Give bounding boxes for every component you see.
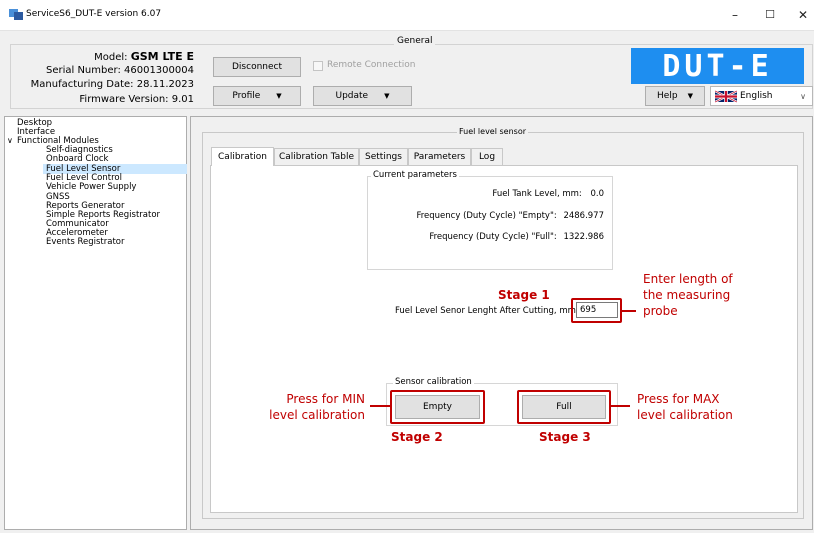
- profile-label: Profile: [232, 91, 261, 101]
- param-row-tank-level: Fuel Tank Level, mm: 0.0: [492, 189, 604, 199]
- fw-label: Firmware Version:: [79, 94, 169, 105]
- model-label: Model:: [94, 52, 128, 63]
- mfg-row: Manufacturing Date: 28.11.2023: [31, 79, 194, 90]
- caret-down-icon: ▼: [384, 92, 390, 100]
- stage1-connector: [622, 310, 636, 312]
- help-button[interactable]: Help ▼: [645, 86, 705, 106]
- profile-button[interactable]: Profile ▼: [213, 86, 301, 106]
- param-label: Fuel Tank Level, mm:: [492, 189, 582, 199]
- maximize-button[interactable]: ☐: [758, 5, 782, 25]
- tree-expander-icon[interactable]: ∨: [7, 136, 13, 146]
- param-label: Frequency (Duty Cycle) "Full":: [429, 232, 557, 242]
- mfg-label: Manufacturing Date:: [30, 79, 134, 90]
- param-row-freq-empty: Frequency (Duty Cycle) "Empty": 2486.977: [416, 211, 604, 221]
- mfg-value: 28.11.2023: [136, 79, 194, 90]
- general-group-title: General: [394, 36, 436, 46]
- stage1-label: Stage 1: [498, 288, 550, 302]
- tab-parameters-label: Parameters: [413, 152, 466, 162]
- disconnect-button[interactable]: Disconnect: [213, 57, 301, 77]
- annotation-line: Enter length of: [643, 272, 733, 286]
- annotation-line: level calibration: [269, 408, 365, 422]
- logo-text: DUT-E: [662, 48, 773, 84]
- sensor-calibration-title: Sensor calibration: [393, 377, 474, 387]
- stage1-highlight: [571, 298, 622, 323]
- param-label: Frequency (Duty Cycle) "Empty":: [416, 211, 557, 221]
- caret-down-icon: ▼: [687, 92, 693, 100]
- param-value: 0.0: [590, 189, 604, 199]
- window-title: ServiceS6_DUT-E version 6.07: [26, 9, 162, 19]
- tab-calibration-label: Calibration: [218, 152, 267, 162]
- tab-calibration-table-label: Calibration Table: [278, 152, 355, 162]
- serial-label: Serial Number:: [45, 65, 121, 76]
- stage3-label: Stage 3: [539, 430, 591, 444]
- annotation-line: Press for MAX: [637, 392, 720, 406]
- tab-log-label: Log: [478, 152, 496, 162]
- model-value: GSM LTE E: [130, 50, 194, 63]
- press-min-annotation: Press for MIN level calibration: [240, 391, 365, 423]
- annotation-line: Press for MIN: [286, 392, 365, 406]
- dut-e-logo: DUT-E: [631, 48, 804, 84]
- update-button[interactable]: Update ▼: [313, 86, 412, 106]
- current-parameters-title: Current parameters: [371, 170, 459, 180]
- probe-length-label: Fuel Level Senor Lenght After Cutting, m…: [395, 306, 579, 316]
- help-label: Help: [657, 91, 678, 101]
- tree-item-onboard-clock[interactable]: Onboard Clock: [46, 154, 108, 164]
- tab-settings-label: Settings: [365, 152, 402, 162]
- enter-length-annotation: Enter length of the measuring probe: [643, 271, 733, 319]
- language-select[interactable]: English ∨: [710, 86, 813, 106]
- module-tree[interactable]: Desktop Interface ∨ Functional Modules S…: [4, 116, 187, 530]
- serial-row: Serial Number: 46001300004: [46, 65, 194, 76]
- title-bar: ServiceS6_DUT-E version 6.07 – ☐ ✕: [0, 0, 814, 30]
- tree-item-vehicle-power-supply[interactable]: Vehicle Power Supply: [46, 182, 136, 192]
- tab-settings[interactable]: Settings: [359, 148, 408, 165]
- annotation-line: the measuring: [643, 288, 731, 302]
- stage2-label: Stage 2: [391, 430, 443, 444]
- fw-value: 9.01: [171, 94, 194, 105]
- fuel-level-sensor-title: Fuel level sensor: [457, 127, 528, 136]
- stage2-highlight: [390, 390, 485, 424]
- app-icon: [9, 9, 23, 20]
- uk-flag-icon: [715, 89, 737, 103]
- close-button[interactable]: ✕: [791, 5, 814, 25]
- tab-parameters[interactable]: Parameters: [408, 148, 471, 165]
- param-value: 1322.986: [563, 232, 604, 242]
- tab-calibration-table[interactable]: Calibration Table: [274, 148, 359, 165]
- serial-value: 46001300004: [124, 65, 194, 76]
- stage3-connector: [611, 405, 630, 407]
- disconnect-label: Disconnect: [232, 62, 282, 72]
- tab-calibration[interactable]: Calibration: [211, 147, 274, 166]
- annotation-line: level calibration: [637, 408, 733, 422]
- fw-row: Firmware Version: 9.01: [79, 94, 194, 105]
- tab-log[interactable]: Log: [471, 148, 503, 165]
- stage3-highlight: [517, 390, 611, 424]
- caret-down-icon: ▼: [276, 92, 282, 100]
- press-max-annotation: Press for MAX level calibration: [637, 391, 733, 423]
- update-label: Update: [335, 91, 369, 101]
- chevron-down-icon: ∨: [800, 91, 806, 101]
- language-label: English: [740, 91, 773, 101]
- minimize-button[interactable]: –: [723, 5, 747, 25]
- param-row-freq-full: Frequency (Duty Cycle) "Full": 1322.986: [429, 232, 604, 242]
- annotation-line: probe: [643, 304, 678, 318]
- model-row: Model: GSM LTE E: [94, 50, 194, 63]
- tree-item-events-registrator[interactable]: Events Registrator: [46, 237, 124, 247]
- stage2-connector: [370, 405, 390, 407]
- remote-connection-label: Remote Connection: [327, 60, 416, 70]
- remote-connection-checkbox[interactable]: [313, 61, 323, 71]
- param-value: 2486.977: [563, 211, 604, 221]
